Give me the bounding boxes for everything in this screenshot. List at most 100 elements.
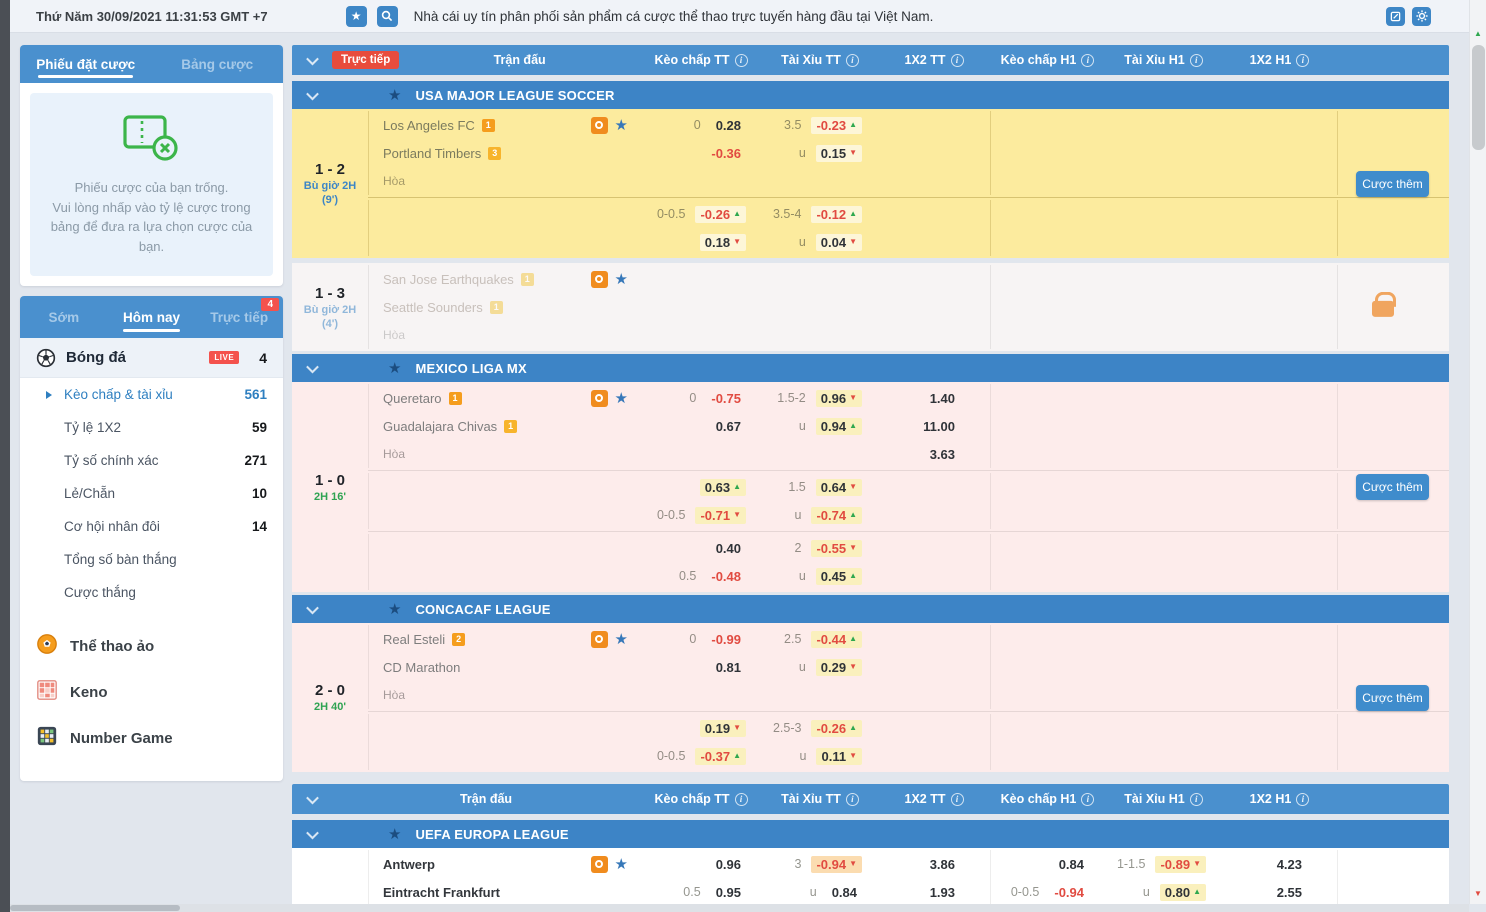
- odds-value[interactable]: -0.36: [706, 145, 746, 162]
- league-header-row[interactable]: ★MEXICO LIGA MX: [292, 354, 1449, 382]
- sidebar-item-game-1[interactable]: Keno: [20, 669, 283, 715]
- odds-value[interactable]: 0.28: [711, 117, 746, 134]
- stream-icon[interactable]: [591, 271, 608, 288]
- info-icon[interactable]: i: [1081, 793, 1094, 806]
- info-icon[interactable]: i: [846, 54, 859, 67]
- odds-value[interactable]: 0.19▼: [700, 720, 746, 737]
- stream-icon[interactable]: [591, 631, 608, 648]
- favorite-star-icon[interactable]: ★: [615, 857, 628, 872]
- odds-value[interactable]: 0.11▼: [816, 748, 862, 765]
- info-icon[interactable]: i: [1296, 793, 1309, 806]
- sidebar-item-game-0[interactable]: Thể thao ảo: [20, 623, 283, 669]
- collapse-button[interactable]: [292, 795, 332, 804]
- sidebar-item-1[interactable]: Tỷ lệ 1X259: [20, 411, 283, 444]
- odds-value[interactable]: 0.94▲: [816, 418, 862, 435]
- settings-button[interactable]: [1412, 7, 1431, 26]
- league-header-row[interactable]: ★CONCACAF LEAGUE: [292, 595, 1449, 623]
- odds-value[interactable]: -0.23▲: [811, 117, 862, 134]
- odds-value[interactable]: 2.55: [1272, 884, 1307, 901]
- sidebar-item-5[interactable]: Tổng số bàn thắng: [20, 543, 283, 576]
- collapse-button[interactable]: [292, 364, 332, 373]
- odds-value[interactable]: -0.94▼: [811, 856, 862, 873]
- odds-value[interactable]: 0.18▼: [700, 234, 746, 251]
- odds-value[interactable]: 1.40: [925, 390, 960, 407]
- sidebar-item-4[interactable]: Cơ hội nhân đôi14: [20, 510, 283, 543]
- info-icon[interactable]: i: [846, 793, 859, 806]
- info-icon[interactable]: i: [735, 793, 748, 806]
- stream-icon[interactable]: [591, 856, 608, 873]
- odds-value[interactable]: 0.40: [711, 540, 746, 557]
- info-icon[interactable]: i: [951, 793, 964, 806]
- odds-value[interactable]: 0.84: [1054, 856, 1089, 873]
- odds-value[interactable]: -0.74▲: [811, 507, 862, 524]
- more-bets-button[interactable]: Cược thêm: [1356, 685, 1429, 711]
- tab-bet-slip[interactable]: Phiếu đặt cược: [20, 45, 152, 83]
- odds-value[interactable]: 0.81: [711, 659, 746, 676]
- odds-value[interactable]: 0.63▲: [700, 479, 746, 496]
- sidebar-item-0[interactable]: Kèo chấp & tài xỉu561: [20, 378, 283, 411]
- odds-value[interactable]: 0.29▼: [816, 659, 862, 676]
- odds-value[interactable]: -0.48: [706, 568, 746, 585]
- schedule-tab-0[interactable]: Sớm: [20, 296, 108, 338]
- stream-icon[interactable]: [591, 117, 608, 134]
- odds-value[interactable]: 11.00: [918, 418, 960, 435]
- sidebar-item-game-2[interactable]: Number Game: [20, 715, 283, 761]
- odds-value[interactable]: 1.93: [925, 884, 960, 901]
- favorite-star-icon[interactable]: ★: [615, 272, 628, 287]
- sidebar-item-2[interactable]: Tỷ số chính xác271: [20, 444, 283, 477]
- league-header-row[interactable]: ★UEFA EUROPA LEAGUE: [292, 820, 1449, 848]
- odds-value[interactable]: 0.45▲: [816, 568, 862, 585]
- odds-value[interactable]: 0.80▲: [1160, 884, 1206, 901]
- stream-icon[interactable]: [591, 390, 608, 407]
- scroll-down-arrow-icon[interactable]: ▼: [1470, 890, 1486, 898]
- info-icon[interactable]: i: [1190, 54, 1203, 67]
- odds-value[interactable]: -0.44▲: [811, 631, 862, 648]
- odds-value[interactable]: 0.84: [827, 884, 862, 901]
- info-icon[interactable]: i: [951, 54, 964, 67]
- scroll-up-arrow-icon[interactable]: ▲: [1470, 30, 1486, 38]
- info-icon[interactable]: i: [1296, 54, 1309, 67]
- odds-value[interactable]: -0.99: [706, 631, 746, 648]
- schedule-tab-1[interactable]: Hôm nay: [108, 296, 196, 338]
- collapse-button[interactable]: [292, 91, 332, 100]
- favorite-star-icon[interactable]: ★: [615, 632, 628, 647]
- favorite-star-icon[interactable]: ★: [615, 391, 628, 406]
- info-icon[interactable]: i: [1190, 793, 1203, 806]
- odds-value[interactable]: -0.89▼: [1155, 856, 1206, 873]
- odds-value[interactable]: 0.67: [711, 418, 746, 435]
- info-icon[interactable]: i: [1081, 54, 1094, 67]
- favorite-button[interactable]: ★: [346, 6, 367, 27]
- horizontal-scrollbar[interactable]: [10, 904, 1469, 912]
- sidebar-item-6[interactable]: Cược thắng: [20, 576, 283, 609]
- odds-value[interactable]: -0.26▲: [811, 720, 862, 737]
- tab-bet-board[interactable]: Bảng cược: [152, 45, 284, 83]
- odds-value[interactable]: 0.15▼: [816, 145, 862, 162]
- vertical-scrollbar[interactable]: ▲ ▼: [1469, 0, 1486, 904]
- odds-value[interactable]: -0.75: [706, 390, 746, 407]
- odds-value[interactable]: 3.86: [925, 856, 960, 873]
- collapse-button[interactable]: [292, 830, 332, 839]
- odds-value[interactable]: 3.63: [925, 446, 960, 463]
- more-bets-button[interactable]: Cược thêm: [1356, 171, 1429, 197]
- note-button[interactable]: [1386, 7, 1405, 26]
- hscroll-thumb[interactable]: [10, 905, 180, 911]
- favorite-star-icon[interactable]: ★: [615, 118, 628, 133]
- odds-value[interactable]: -0.71▼: [695, 507, 746, 524]
- odds-value[interactable]: 4.23: [1272, 856, 1307, 873]
- odds-value[interactable]: -0.26▲: [695, 206, 746, 223]
- odds-value[interactable]: 0.64▼: [816, 479, 862, 496]
- odds-value[interactable]: 0.95: [711, 884, 746, 901]
- odds-value[interactable]: -0.55▼: [811, 540, 862, 557]
- odds-value[interactable]: -0.12▲: [811, 206, 862, 223]
- collapse-button[interactable]: [292, 56, 332, 65]
- sidebar-item-football[interactable]: Bóng đá LIVE 4: [20, 338, 283, 378]
- odds-value[interactable]: 0.96▼: [816, 390, 862, 407]
- odds-value[interactable]: 0.04▼: [816, 234, 862, 251]
- collapse-button[interactable]: [292, 605, 332, 614]
- odds-value[interactable]: -0.94: [1049, 884, 1089, 901]
- more-bets-button[interactable]: Cược thêm: [1356, 474, 1429, 500]
- sidebar-item-3[interactable]: Lẻ/Chẵn10: [20, 477, 283, 510]
- search-button[interactable]: [377, 6, 398, 27]
- odds-value[interactable]: 0.96: [711, 856, 746, 873]
- league-header-row[interactable]: ★USA MAJOR LEAGUE SOCCER: [292, 81, 1449, 109]
